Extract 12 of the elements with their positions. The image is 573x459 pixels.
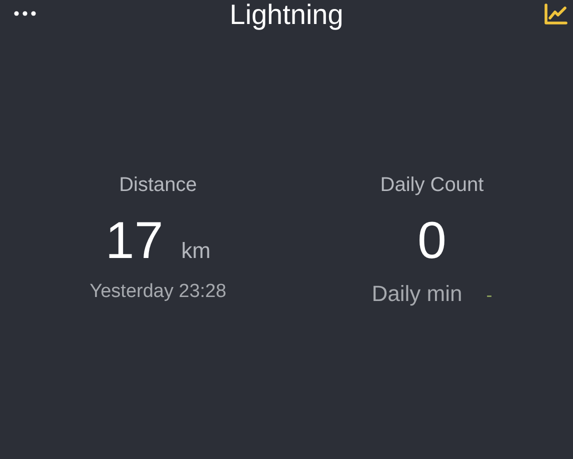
tile-label: Daily Count: [380, 175, 484, 195]
tile-value: 0: [418, 215, 446, 267]
chart-button[interactable]: [543, 2, 569, 26]
footer-value: -: [486, 286, 492, 304]
more-icon: [14, 10, 36, 16]
unit-label: km: [181, 240, 211, 262]
tile-value: 17: [105, 215, 164, 267]
line-chart-icon: [544, 3, 568, 25]
footer-label: Daily min: [372, 283, 462, 305]
tile-label: Distance: [119, 175, 197, 195]
last-update-text: Yesterday 23:28: [90, 282, 226, 301]
page-title: Lightning: [230, 1, 344, 29]
